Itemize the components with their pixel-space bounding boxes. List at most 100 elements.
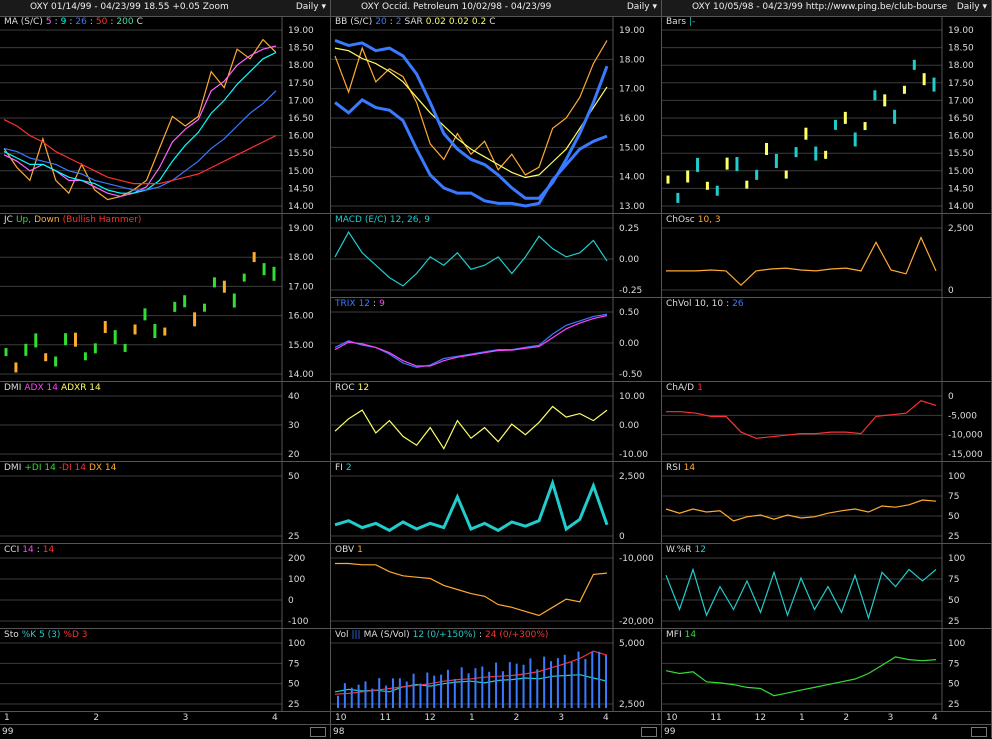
period-dropdown[interactable]: Daily ▾ bbox=[957, 2, 987, 12]
indicator-pane-cci[interactable]: CCI 14:14 200 100 0 -100 bbox=[0, 544, 331, 629]
x-tick-label: 1 bbox=[799, 713, 805, 723]
price-bar bbox=[73, 332, 77, 347]
y-tick-label: 15.00 bbox=[288, 167, 314, 177]
y-tick-label: 0 bbox=[619, 532, 625, 542]
pane-legend: DMI ADX 14 ADXR 14 bbox=[4, 383, 104, 393]
legend-item: +DI 14 bbox=[24, 463, 56, 473]
indicator-pane-mfi[interactable]: MFI 14 100 75 50 25 bbox=[662, 629, 992, 712]
volume-bar bbox=[481, 666, 484, 708]
indicator-pane-bb[interactable]: BB (S/C) 20:2 SAR 0.02 0.02 0.2 C 19.00 18.00 17.… bbox=[331, 16, 662, 214]
legend-item: : bbox=[389, 17, 393, 27]
legend-item: : bbox=[54, 17, 58, 27]
legend-item: 12 bbox=[358, 299, 371, 309]
x-tick-label: 10 bbox=[666, 713, 678, 723]
volume-bar bbox=[515, 663, 518, 708]
indicator-pane-chosc[interactable]: ChOsc 10, 3 2,500 0 bbox=[662, 214, 992, 298]
legend-item: 2 bbox=[395, 17, 402, 27]
x-tick-label: 4 bbox=[603, 713, 609, 723]
legend-item: 2 bbox=[345, 463, 352, 473]
indicator-pane-dmi2[interactable]: DMI +DI 14 -DI 14 DX 14 50 25 bbox=[0, 462, 331, 544]
x-tick-label: 1 bbox=[469, 713, 475, 723]
indicator-pane-macd[interactable]: MACD (E/C) 12, 26, 9 0.25 0.00 -0.25 bbox=[331, 214, 662, 298]
y-tick-label: 17.00 bbox=[948, 96, 974, 106]
price-bar bbox=[54, 356, 58, 367]
scroll-control-icon[interactable] bbox=[310, 727, 326, 737]
pane-plot-cci: 200 100 0 -100 bbox=[0, 544, 309, 629]
legend-item: : bbox=[726, 299, 730, 309]
price-bar bbox=[123, 343, 127, 352]
y-tick-label: 15.00 bbox=[948, 167, 974, 177]
legend-item: : bbox=[36, 545, 40, 555]
y-tick-label: 25 bbox=[948, 532, 959, 542]
pane-plot-bb: 19.00 18.00 17.00 16.00 15.00 14.00 13.00 bbox=[331, 16, 645, 214]
price-bar bbox=[232, 293, 236, 308]
volume-bar bbox=[391, 678, 394, 708]
indicator-pane-rsi[interactable]: RSI 14 100 75 50 25 bbox=[662, 462, 992, 544]
chart-column-1: OXY 01/14/99 - 04/23/99 18.55 +0.05 Zoom… bbox=[0, 0, 331, 738]
y-tick-label: 15.50 bbox=[948, 149, 974, 159]
volume-bar bbox=[453, 678, 456, 708]
indicator-pane-chvol[interactable]: ChVol 10, 10:26 bbox=[662, 298, 992, 382]
indicator-pane-dmi1[interactable]: DMI ADX 14 ADXR 14 40 30 20 bbox=[0, 382, 331, 462]
y-tick-label: -5,000 bbox=[948, 411, 977, 421]
y-tick-label: 14.00 bbox=[288, 370, 314, 380]
y-tick-label: 0.00 bbox=[619, 421, 639, 431]
series-line bbox=[666, 235, 937, 287]
legend-item: : bbox=[89, 17, 93, 27]
price-bar bbox=[745, 180, 749, 189]
period-dropdown[interactable]: Daily ▾ bbox=[296, 2, 326, 12]
legend-item: Vol bbox=[335, 630, 349, 640]
y-tick-label: 15.50 bbox=[288, 149, 314, 159]
legend-item: Up, bbox=[15, 215, 32, 225]
indicator-pane-chad[interactable]: ChA/D 1 0 -5,000 -10,000 -15,000 bbox=[662, 382, 992, 462]
legend-item: |- bbox=[689, 17, 696, 27]
y-tick-label: 25 bbox=[948, 700, 959, 710]
pane-legend: MFI 14 bbox=[666, 630, 699, 640]
pane-plot-mfi: 100 75 50 25 bbox=[662, 629, 965, 712]
y-tick-label: 19.00 bbox=[288, 26, 314, 36]
volume-bar bbox=[467, 673, 470, 708]
y-tick-label: -100 bbox=[288, 617, 309, 627]
y-tick-label: 25 bbox=[288, 532, 299, 542]
volume-bar bbox=[488, 671, 491, 708]
indicator-pane-ma[interactable]: MA (S/C) 5:9:26:50:200 C 19.00 18.50 18.00 17.… bbox=[0, 16, 331, 214]
legend-item: ADXR 14 bbox=[60, 383, 101, 393]
indicator-pane-vol[interactable]: Vol ||| MA (S/Vol) 12 (0/+150%):24 (0/+300%… bbox=[331, 629, 662, 712]
pane-legend: ChA/D 1 bbox=[666, 383, 706, 393]
y-tick-label: 0.00 bbox=[619, 255, 639, 265]
indicator-pane-jc[interactable]: JC Up, Down (Bullish Hammer) 19.00 18.00 17.00… bbox=[0, 214, 331, 382]
y-tick-label: 75 bbox=[288, 659, 299, 669]
indicator-pane-bars[interactable]: Bars |- 19.00 18.50 18.00 17.50 17.00 16.50 16.0… bbox=[662, 16, 992, 214]
indicator-pane-wr[interactable]: W.%R 12 100 75 50 25 bbox=[662, 544, 992, 629]
y-tick-label: 18.00 bbox=[619, 55, 645, 65]
y-tick-label: 17.50 bbox=[288, 79, 314, 89]
volume-bar bbox=[364, 681, 367, 708]
indicator-pane-roc[interactable]: ROC 12 10.00 0.00 -10.00 bbox=[331, 382, 662, 462]
legend-item: MA (S/Vol) bbox=[363, 630, 410, 640]
indicator-pane-trix[interactable]: TRIX 12:9 0.50 0.00 -0.50 bbox=[331, 298, 662, 382]
series-line bbox=[334, 478, 609, 533]
price-bar bbox=[853, 132, 857, 147]
indicator-pane-obv[interactable]: OBV 1 -10,000 -20,000 bbox=[331, 544, 662, 629]
price-bar bbox=[735, 157, 739, 172]
y-tick-label: 30 bbox=[288, 421, 300, 431]
price-bar bbox=[272, 266, 276, 281]
pane-plot-sto: 100 75 50 25 bbox=[0, 629, 305, 712]
legend-item: RSI bbox=[666, 463, 681, 473]
period-dropdown[interactable]: Daily ▾ bbox=[627, 2, 657, 12]
x-tick-label: 12 bbox=[754, 713, 767, 723]
legend-item: JC bbox=[4, 215, 13, 225]
price-bar bbox=[863, 122, 867, 131]
scroll-control-icon[interactable] bbox=[641, 727, 657, 737]
y-tick-label: 100 bbox=[948, 472, 965, 482]
legend-item: (Bullish Hammer) bbox=[62, 215, 142, 225]
indicator-pane-fi[interactable]: FI 2 2,500 0 bbox=[331, 462, 662, 544]
legend-item: FI bbox=[335, 463, 343, 473]
y-tick-label: -10.00 bbox=[619, 450, 648, 460]
y-tick-label: 13.00 bbox=[619, 202, 645, 212]
column-footer: 98 bbox=[331, 724, 661, 739]
price-bar bbox=[794, 147, 798, 158]
indicator-pane-sto[interactable]: Sto %K 5 (3) %D 3 100 75 50 25 bbox=[0, 629, 331, 712]
scroll-control-icon[interactable] bbox=[971, 727, 987, 737]
pane-plot-wr: 100 75 50 25 bbox=[662, 544, 965, 629]
